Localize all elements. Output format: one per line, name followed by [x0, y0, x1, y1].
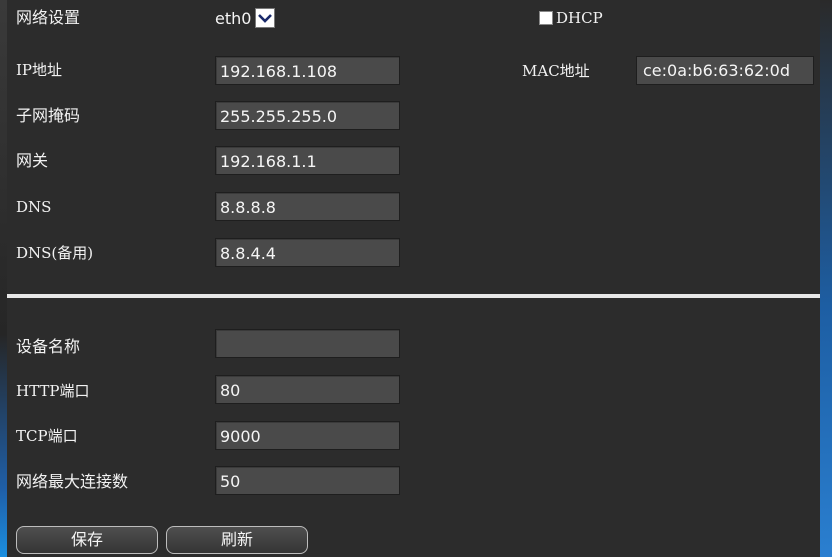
- dhcp-checkbox[interactable]: [539, 11, 553, 25]
- dhcp-toggle[interactable]: DHCP: [539, 9, 603, 27]
- desktop-edge-right: [820, 0, 832, 557]
- ip-address-label: IP地址: [16, 61, 63, 79]
- http-port-field[interactable]: 80: [215, 375, 400, 404]
- dns-alt-label: DNS(备用): [16, 244, 94, 262]
- max-connections-field[interactable]: 50: [215, 466, 400, 495]
- network-settings-panel: 网络设置 eth0 DHCP IP地址 192.168.1.108 MAC地址 …: [7, 0, 820, 557]
- mac-address-field[interactable]: ce:0a:b6:63:62:0d: [636, 56, 814, 85]
- tcp-port-label: TCP端口: [16, 427, 78, 445]
- subnet-mask-field[interactable]: 255.255.255.0: [215, 101, 400, 130]
- desktop-edge-left: [0, 0, 7, 557]
- device-name-label: 设备名称: [16, 337, 81, 356]
- section-divider: [7, 294, 820, 298]
- gateway-field[interactable]: 192.168.1.1: [215, 146, 400, 175]
- save-button[interactable]: 保存: [16, 526, 158, 554]
- dns-field[interactable]: 8.8.8.8: [215, 192, 400, 221]
- adapter-select[interactable]: eth0: [215, 6, 276, 30]
- adapter-select-value: eth0: [215, 8, 252, 28]
- chevron-down-icon[interactable]: [255, 8, 276, 28]
- dns-alt-field[interactable]: 8.8.4.4: [215, 238, 400, 267]
- http-port-label: HTTP端口: [16, 382, 90, 400]
- ip-address-field[interactable]: 192.168.1.108: [215, 56, 400, 85]
- tcp-port-field[interactable]: 9000: [215, 421, 400, 450]
- dns-label: DNS: [16, 198, 52, 216]
- adapter-label: 网络设置: [16, 8, 81, 27]
- mac-address-label: MAC地址: [522, 62, 590, 80]
- gateway-label: 网关: [16, 151, 49, 170]
- refresh-button[interactable]: 刷新: [166, 526, 308, 554]
- dhcp-label: DHCP: [556, 9, 603, 27]
- max-connections-label: 网络最大连接数: [16, 472, 129, 491]
- device-name-field[interactable]: [215, 329, 400, 358]
- subnet-mask-label: 子网掩码: [16, 106, 81, 125]
